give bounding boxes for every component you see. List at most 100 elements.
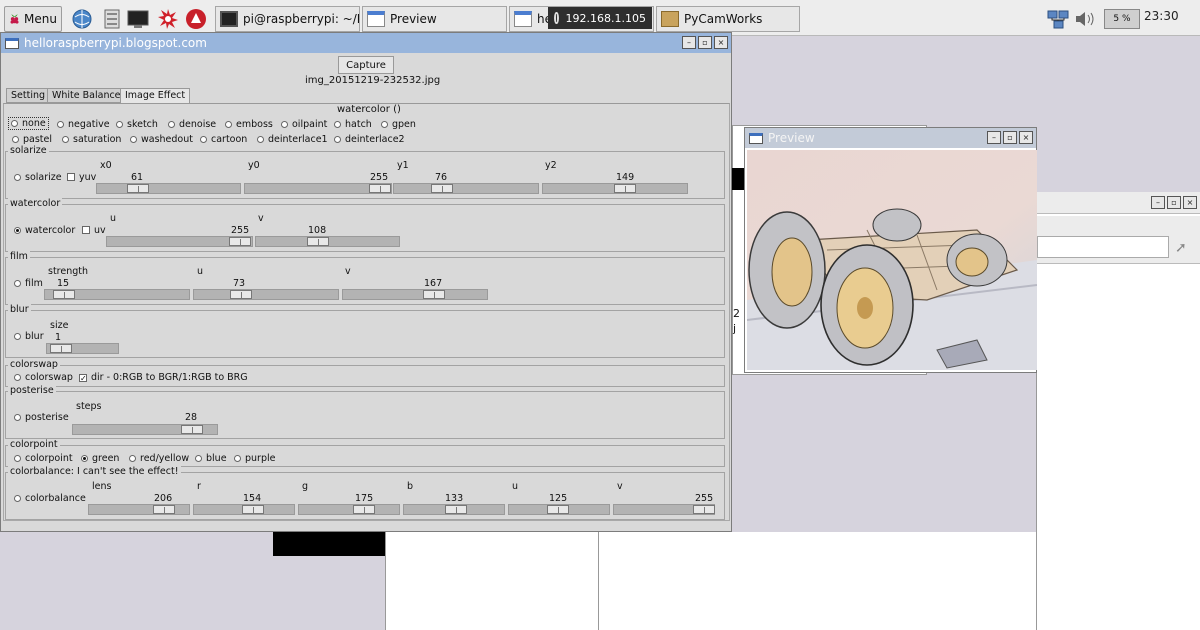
colorswap-radio[interactable]: colorswap xyxy=(14,372,73,383)
slider-thumb[interactable] xyxy=(153,505,175,514)
watercolor-u-slider[interactable] xyxy=(106,236,253,247)
effect-radio-emboss[interactable]: emboss xyxy=(225,119,273,130)
effect-radio-sketch[interactable]: sketch xyxy=(116,119,158,130)
colorbalance-b-slider[interactable] xyxy=(403,504,505,515)
tab-setting[interactable]: Setting xyxy=(6,88,51,103)
minimize-icon[interactable]: – xyxy=(1151,196,1165,209)
slider-thumb[interactable] xyxy=(53,290,75,299)
effect-radio-saturation[interactable]: saturation xyxy=(62,134,121,145)
slider-thumb[interactable] xyxy=(423,290,445,299)
slider-thumb[interactable] xyxy=(614,184,636,193)
maximize-icon[interactable]: ▫ xyxy=(1003,131,1017,144)
effect-radio-none[interactable]: none xyxy=(8,117,49,130)
colorbalance-u-slider[interactable] xyxy=(508,504,610,515)
effect-radio-oilpaint[interactable]: oilpaint xyxy=(281,119,327,130)
url-input[interactable] xyxy=(1037,236,1169,258)
slider-thumb[interactable] xyxy=(307,237,329,246)
effect-radio-deinterlace2[interactable]: deinterlace2 xyxy=(334,134,405,145)
slider-thumb[interactable] xyxy=(369,184,391,193)
effect-radio-deinterlace1[interactable]: deinterlace1 xyxy=(257,134,328,145)
vnc-ip-indicator[interactable]: 192.168.1.105 xyxy=(548,7,652,29)
radio-label: red/yellow xyxy=(140,453,190,464)
clock[interactable]: 23:30 xyxy=(1144,9,1179,23)
slider-thumb[interactable] xyxy=(445,505,467,514)
effect-radio-cartoon[interactable]: cartoon xyxy=(200,134,247,145)
maximize-icon[interactable]: ▫ xyxy=(698,36,712,49)
dir-checkbox[interactable]: ✓ dir - 0:RGB to BGR/1:RGB to BRG xyxy=(79,372,248,383)
effect-radio-pastel[interactable]: pastel xyxy=(12,134,52,145)
menu-button[interactable]: Menu xyxy=(4,6,62,32)
blur-size-slider[interactable] xyxy=(46,343,119,354)
slider-thumb[interactable] xyxy=(431,184,453,193)
preview-window-titlebar[interactable]: Preview – ▫ × xyxy=(745,128,1036,148)
colorbalance-lens-slider[interactable] xyxy=(88,504,190,515)
colorbalance-radio[interactable]: colorbalance xyxy=(14,493,86,504)
slider-thumb[interactable] xyxy=(547,505,569,514)
colorpoint-radio-green[interactable]: green xyxy=(81,453,119,464)
effect-radio-negative[interactable]: negative xyxy=(57,119,110,130)
slider-thumb[interactable] xyxy=(50,344,72,353)
slider-thumb[interactable] xyxy=(127,184,149,193)
maximize-icon[interactable]: ▫ xyxy=(1167,196,1181,209)
slider-thumb[interactable] xyxy=(229,237,251,246)
film-u-slider[interactable] xyxy=(193,289,339,300)
wolfram-icon[interactable] xyxy=(184,7,208,31)
solarize-y1-slider[interactable] xyxy=(393,183,539,194)
background-dark-panel xyxy=(732,168,744,190)
radio-indicator xyxy=(195,455,202,462)
task-pycamworks[interactable]: PyCamWorks xyxy=(656,6,800,32)
slider-thumb[interactable] xyxy=(181,425,203,434)
main-window-titlebar[interactable]: helloraspberrypi.blogspot.com – ▫ × xyxy=(1,33,731,53)
slider-thumb[interactable] xyxy=(353,505,375,514)
close-icon[interactable]: × xyxy=(1019,131,1033,144)
cpu-monitor[interactable]: 5 % xyxy=(1104,9,1140,29)
volume-icon[interactable] xyxy=(1074,7,1098,31)
task-terminal[interactable]: pi@raspberrypi: ~/Py... xyxy=(215,6,360,32)
effect-radio-hatch[interactable]: hatch xyxy=(334,119,372,130)
film-strength-slider[interactable] xyxy=(44,289,190,300)
colorbalance-r-slider[interactable] xyxy=(193,504,295,515)
close-icon[interactable]: × xyxy=(1183,196,1197,209)
tab-image-effect[interactable]: Image Effect xyxy=(120,88,191,104)
posterise-steps-label: steps xyxy=(76,401,102,412)
watercolor-v-slider[interactable] xyxy=(255,236,400,247)
colorpoint-radio-blue[interactable]: blue xyxy=(195,453,227,464)
task-preview[interactable]: Preview xyxy=(362,6,507,32)
preview-window-title: Preview xyxy=(768,131,815,145)
yuv-checkbox[interactable]: yuv xyxy=(67,172,96,183)
blur-size-label: size xyxy=(50,320,69,331)
slider-thumb[interactable] xyxy=(242,505,264,514)
colorpoint-radio-purple[interactable]: purple xyxy=(234,453,275,464)
slider-thumb[interactable] xyxy=(693,505,715,514)
capture-button[interactable]: Capture xyxy=(338,56,394,74)
effect-radio-denoise[interactable]: denoise xyxy=(168,119,216,130)
blur-radio[interactable]: blur xyxy=(14,331,44,342)
effect-radio-washedout[interactable]: washedout xyxy=(130,134,193,145)
minimize-icon[interactable]: – xyxy=(987,131,1001,144)
film-v-slider[interactable] xyxy=(342,289,488,300)
file-manager-icon[interactable] xyxy=(100,7,124,31)
burst-icon[interactable] xyxy=(156,7,180,31)
colorbalance-v-slider[interactable] xyxy=(613,504,715,515)
uv-checkbox[interactable]: uv xyxy=(82,225,106,236)
minimize-icon[interactable]: – xyxy=(682,36,696,49)
go-icon[interactable]: ➚ xyxy=(1175,240,1187,256)
film-radio[interactable]: film xyxy=(14,278,43,289)
posterise-steps-slider[interactable] xyxy=(72,424,218,435)
solarize-y2-slider[interactable] xyxy=(542,183,688,194)
effect-radio-gpen[interactable]: gpen xyxy=(381,119,416,130)
solarize-radio[interactable]: solarize xyxy=(14,172,62,183)
terminal-icon[interactable] xyxy=(126,7,150,31)
browser-icon[interactable] xyxy=(70,7,94,31)
solarize-y0-slider[interactable] xyxy=(244,183,392,194)
close-icon[interactable]: × xyxy=(714,36,728,49)
network-icon[interactable] xyxy=(1046,7,1070,31)
colorbalance-g-slider[interactable] xyxy=(298,504,400,515)
posterise-radio[interactable]: posterise xyxy=(14,412,69,423)
tab-white-balance[interactable]: White Balance xyxy=(47,88,126,103)
colorpoint-radio-colorpoint[interactable]: colorpoint xyxy=(14,453,73,464)
solarize-x0-slider[interactable] xyxy=(96,183,241,194)
colorpoint-radio-red-yellow[interactable]: red/yellow xyxy=(129,453,189,464)
slider-thumb[interactable] xyxy=(230,290,252,299)
watercolor-radio[interactable]: watercolor xyxy=(14,225,75,236)
